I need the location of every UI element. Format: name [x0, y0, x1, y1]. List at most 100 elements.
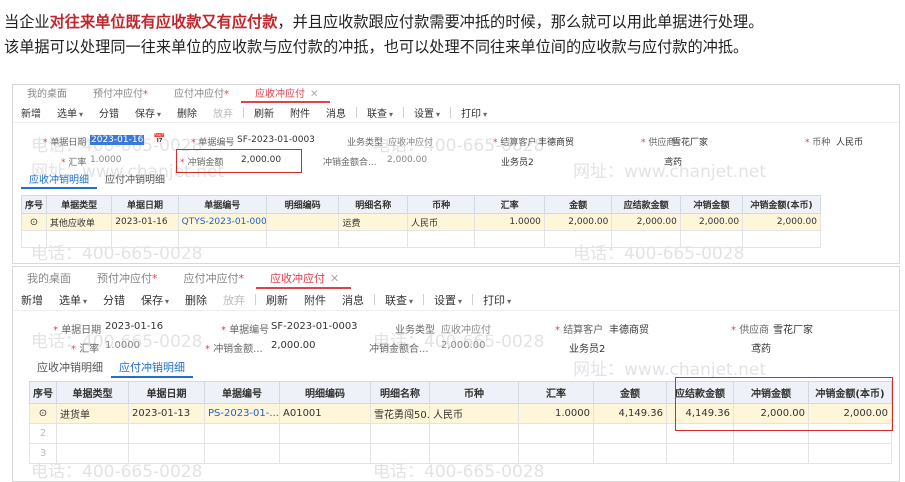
col-header[interactable]: 汇率 [474, 195, 545, 214]
col-header[interactable]: 单据编号 [204, 381, 280, 404]
tab-receivable-detail[interactable]: 应收冲销明细 [21, 171, 97, 189]
cell-type[interactable]: 进货单 [56, 403, 129, 424]
customer-value[interactable]: 丰德商贸 [609, 321, 649, 336]
col-header[interactable]: 冲销金额 [679, 195, 744, 214]
discard-button[interactable]: 放弃 [205, 105, 241, 120]
detail-table: 序号 单据类型 单据日期 单据编号 明细编码 明细名称 币种 汇率 金额 应结款… [21, 195, 821, 248]
close-icon[interactable]: ✕ [330, 272, 339, 285]
row-menu-icon[interactable]: ⊙ [39, 408, 47, 419]
staff-value[interactable]: 业务员2 [501, 155, 534, 168]
delete-button[interactable]: 删除 [169, 105, 205, 120]
col-header[interactable]: 明细编码 [265, 195, 340, 214]
currency-value[interactable]: 人民币 [836, 135, 863, 148]
cell-date[interactable]: 2023-01-13 [128, 403, 205, 424]
col-header[interactable]: 单据类型 [56, 381, 129, 404]
offset-input[interactable]: 2,000.00 [271, 340, 316, 351]
cell-amount[interactable]: 4,149.36 [593, 403, 667, 424]
delete-button[interactable]: 删除 [177, 292, 215, 308]
close-icon[interactable]: ✕ [310, 89, 318, 100]
save-button[interactable]: 保存 ▾ [133, 292, 177, 308]
cell-rate[interactable]: 1.0000 [518, 403, 594, 424]
col-header[interactable]: 单据编号 [177, 195, 267, 214]
tab-receivable-offset[interactable]: 应收冲应付 ✕ [256, 270, 352, 289]
cell-rate[interactable]: 1.0000 [474, 213, 545, 231]
settings-button[interactable]: 设置 ▾ [426, 292, 470, 308]
print-button[interactable]: 打印 ▾ [475, 292, 519, 308]
col-header[interactable]: 单据类型 [45, 195, 113, 214]
cell-detail-name[interactable]: 运费 [338, 213, 408, 231]
settings-button[interactable]: 设置 ▾ [406, 105, 448, 120]
cell-offset[interactable]: 2,000.00 [679, 213, 744, 231]
cell-currency[interactable]: 人民币 [429, 403, 519, 424]
col-header[interactable]: 单据日期 [128, 381, 205, 404]
tab-payable-offset[interactable]: 应付冲应付* [170, 270, 257, 289]
currency-label-text: 币种 [812, 138, 831, 148]
tab-desktop[interactable]: 我的桌面 [13, 270, 83, 289]
col-header[interactable]: 应结款金额 [611, 195, 681, 214]
code-value[interactable]: SF-2023-01-0003 [271, 321, 358, 332]
col-header[interactable]: 明细名称 [370, 381, 430, 404]
col-header[interactable]: 汇率 [518, 381, 594, 404]
link-label: 联查 [385, 293, 408, 307]
tab-receivable-offset[interactable]: 应收冲应付 ✕ [241, 85, 331, 103]
col-header[interactable]: 币种 [429, 381, 519, 404]
tab-desktop[interactable]: 我的桌面 [13, 85, 79, 103]
cell-code-link[interactable]: PS-2023-01-... [204, 403, 280, 424]
split-button[interactable]: 分错 [91, 105, 127, 120]
customer-value[interactable]: 丰德商贸 [538, 135, 574, 148]
message-button[interactable]: 消息 [318, 105, 354, 120]
col-header[interactable]: 金额 [593, 381, 667, 404]
department-value[interactable]: 鸢药 [751, 340, 771, 355]
cell-detail-name[interactable]: 雪花勇闯50... [370, 403, 430, 424]
col-header[interactable]: 序号 [29, 381, 57, 404]
supplier-value[interactable]: 雪花厂家 [672, 135, 708, 148]
select-button[interactable]: 选单 ▾ [51, 292, 95, 308]
cell-code-link[interactable]: QTYS-2023-01-0002 [177, 213, 267, 231]
message-button[interactable]: 消息 [334, 292, 372, 308]
refresh-button[interactable]: 刷新 [258, 292, 296, 308]
link-query-button[interactable]: 联查 ▾ [359, 105, 401, 120]
col-header[interactable]: 冲销金额(本币) [742, 195, 821, 214]
split-button[interactable]: 分错 [95, 292, 133, 308]
cell-offset-base[interactable]: 2,000.00 [742, 213, 821, 231]
code-value[interactable]: SF-2023-01-0003 [237, 135, 315, 145]
save-button[interactable]: 保存 ▾ [127, 105, 169, 120]
tab-receivable-detail[interactable]: 应收冲销明细 [29, 359, 111, 378]
discard-button[interactable]: 放弃 [215, 292, 253, 308]
link-query-button[interactable]: 联查 ▾ [377, 292, 421, 308]
table-row[interactable]: ⊙ 其他应收单 2023-01-16 QTYS-2023-01-0002 运费 … [21, 213, 821, 231]
attach-button[interactable]: 附件 [296, 292, 334, 308]
date-input[interactable]: 2023-01-16 [90, 135, 145, 145]
cell-due[interactable]: 2,000.00 [611, 213, 681, 231]
col-header[interactable]: 明细名称 [338, 195, 408, 214]
refresh-button[interactable]: 刷新 [246, 105, 282, 120]
row-menu-icon[interactable]: ⊙ [30, 217, 38, 228]
tab-payable-detail[interactable]: 应付冲销明细 [111, 359, 193, 378]
supplier-value[interactable]: 雪花厂家 [773, 321, 813, 336]
attach-button[interactable]: 附件 [282, 105, 318, 120]
cell-detail-code[interactable] [265, 213, 340, 231]
tab-payable-detail[interactable]: 应付冲销明细 [97, 171, 173, 189]
cell-type[interactable]: 其他应收单 [45, 213, 113, 231]
cell-detail-code[interactable]: A01001 [279, 403, 371, 424]
new-button[interactable]: 新增 [13, 292, 51, 308]
select-button[interactable]: 选单 ▾ [49, 105, 91, 120]
tab-prepay-offset[interactable]: 预付冲应付* [83, 270, 170, 289]
col-header[interactable]: 明细编码 [279, 381, 371, 404]
col-header[interactable]: 金额 [543, 195, 613, 214]
cell-date[interactable]: 2023-01-16 [111, 213, 179, 231]
print-button[interactable]: 打印 ▾ [453, 105, 495, 120]
col-header[interactable]: 币种 [406, 195, 476, 214]
department-value[interactable]: 鸢药 [664, 155, 682, 168]
col-header[interactable]: 单据日期 [111, 195, 179, 214]
date-value[interactable]: 2023-01-16 [105, 321, 163, 332]
code-label: * 单据编号 [191, 138, 235, 148]
cell-currency[interactable]: 人民币 [406, 213, 476, 231]
staff-value[interactable]: 业务员2 [569, 340, 605, 355]
tab-payable-offset[interactable]: 应付冲应付* [160, 85, 241, 103]
cell-amount[interactable]: 2,000.00 [543, 213, 613, 231]
new-button[interactable]: 新增 [13, 105, 49, 120]
tab-prepay-offset[interactable]: 预付冲应付* [79, 85, 160, 103]
col-header[interactable]: 序号 [21, 195, 47, 214]
calendar-icon[interactable]: 📅 [153, 134, 165, 145]
